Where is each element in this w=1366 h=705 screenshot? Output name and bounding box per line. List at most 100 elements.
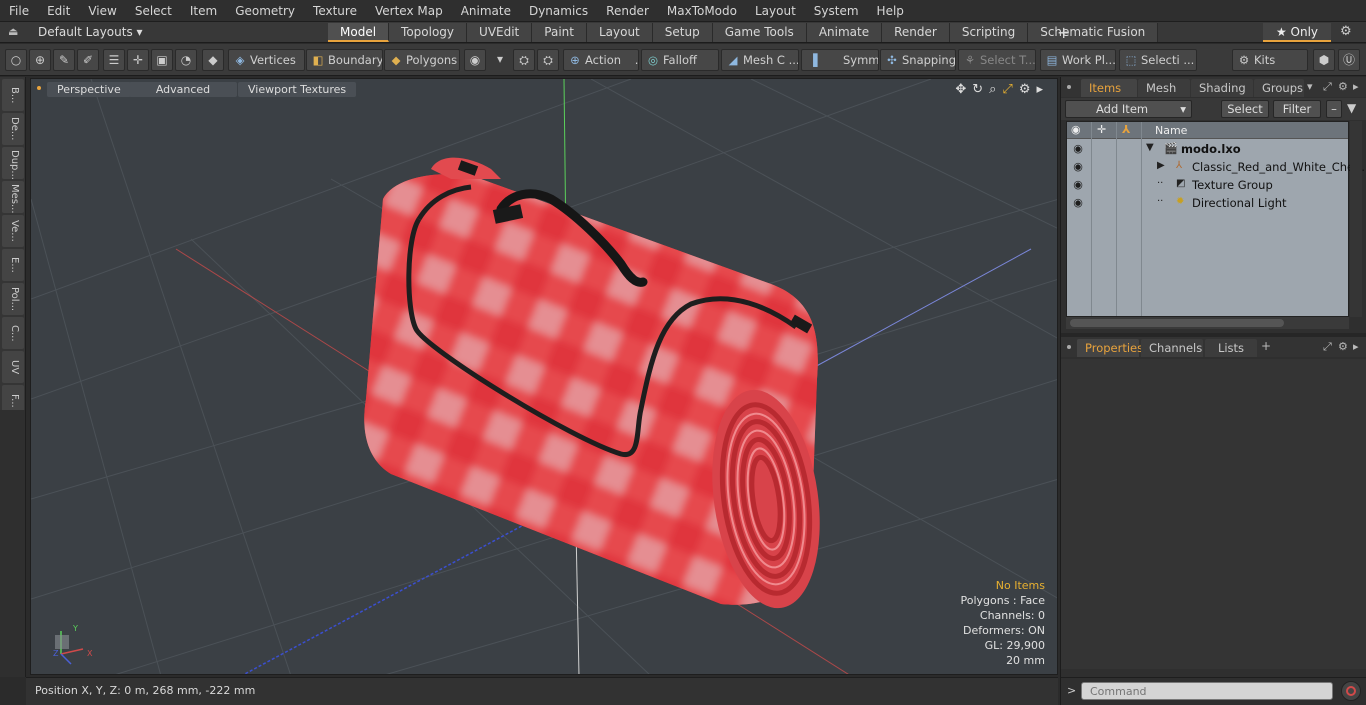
- left-tab-5[interactable]: E...: [2, 249, 24, 281]
- tab-paint[interactable]: Paint: [532, 23, 587, 42]
- rotate-icon[interactable]: ◔: [175, 49, 197, 71]
- tab-groups[interactable]: Groups: [1254, 79, 1304, 97]
- symmetry-y-icon[interactable]: ⛭: [537, 49, 559, 71]
- panel-menu-dot[interactable]: [1067, 345, 1071, 349]
- left-tab-1[interactable]: De...: [2, 113, 24, 145]
- move-icon[interactable]: ✥: [955, 82, 966, 97]
- maximize-icon[interactable]: ⤢: [1002, 82, 1012, 97]
- polygons-button[interactable]: ◆ Polygons: [384, 49, 460, 71]
- work-plane-button[interactable]: ▤ Work Pl...: [1040, 49, 1116, 71]
- item-mode-icon[interactable]: ◆: [202, 49, 224, 71]
- left-tab-0[interactable]: B...: [2, 79, 24, 111]
- tab-lists[interactable]: Lists: [1205, 339, 1257, 357]
- tab-channels[interactable]: Channels: [1141, 339, 1203, 357]
- action-button[interactable]: ⊕Action ...: [563, 49, 639, 71]
- scroll-thumb[interactable]: [1070, 319, 1284, 327]
- play-icon[interactable]: ▸: [1036, 82, 1043, 97]
- boundary-button[interactable]: ◧ Boundary: [306, 49, 383, 71]
- tab-scripting[interactable]: Scripting: [949, 23, 1029, 42]
- tab-game-tools[interactable]: Game Tools: [712, 23, 807, 42]
- layouts-dropdown[interactable]: Default Layouts ▾: [38, 22, 143, 43]
- item-list-hscroll[interactable]: [1066, 317, 1349, 329]
- perspective-tab[interactable]: Perspective: [47, 82, 131, 97]
- chevron-down-icon[interactable]: ▾: [1307, 80, 1313, 93]
- filter-funnel-icon[interactable]: ▼: [1347, 101, 1356, 115]
- menu-item-layout[interactable]: Layout: [746, 0, 805, 22]
- menu-item-view[interactable]: View: [79, 0, 125, 22]
- list-item[interactable]: ◉ ▼ 🎬 modo.lxo: [1067, 140, 1348, 158]
- menu-item-edit[interactable]: Edit: [38, 0, 79, 22]
- tab-setup[interactable]: Setup: [652, 23, 713, 42]
- unreal-icon[interactable]: Ⓤ: [1338, 49, 1360, 71]
- record-macro-icon[interactable]: [1341, 681, 1361, 701]
- eye-icon[interactable]: ◉: [1071, 196, 1085, 210]
- left-tab-8[interactable]: UV: [2, 351, 24, 383]
- kits-button[interactable]: ⚙ Kits: [1232, 49, 1308, 71]
- tab-shading[interactable]: Shading: [1191, 79, 1253, 97]
- filter-button[interactable]: Filter: [1273, 100, 1321, 118]
- material-icon[interactable]: ◉: [464, 49, 486, 71]
- menu-item-help[interactable]: Help: [868, 0, 913, 22]
- menu-item-item[interactable]: Item: [181, 0, 226, 22]
- pen-icon[interactable]: ✎: [53, 49, 75, 71]
- brush-icon[interactable]: ✐: [77, 49, 99, 71]
- add-item-button[interactable]: Add Item ▾: [1065, 100, 1192, 118]
- list-item[interactable]: ◉ ·· ✹ Directional Light: [1067, 194, 1348, 212]
- tab-properties[interactable]: Properties: [1077, 339, 1143, 357]
- select-button[interactable]: Select: [1221, 100, 1269, 118]
- viewport-gear-icon[interactable]: ⚙: [1019, 82, 1031, 97]
- tab-items[interactable]: Items: [1081, 79, 1137, 97]
- menu-item-select[interactable]: Select: [126, 0, 181, 22]
- left-tab-2[interactable]: Dup...: [2, 147, 24, 179]
- menu-item-maxtomodo[interactable]: MaxToModo: [658, 0, 746, 22]
- tab-render[interactable]: Render: [882, 23, 950, 42]
- expand-icon[interactable]: ⤢: [1323, 80, 1332, 94]
- gear-icon[interactable]: ⚙: [1340, 24, 1352, 39]
- menu-item-animate[interactable]: Animate: [452, 0, 520, 22]
- select-circle-icon[interactable]: ○: [5, 49, 27, 71]
- eye-icon[interactable]: ◉: [1071, 142, 1085, 156]
- menu-item-geometry[interactable]: Geometry: [226, 0, 304, 22]
- only-toggle[interactable]: ★ Only: [1263, 23, 1331, 42]
- mesh-constraint-button[interactable]: ◢ Mesh C ...: [721, 49, 799, 71]
- falloff-button[interactable]: ◎ Falloff: [641, 49, 719, 71]
- left-tab-7[interactable]: C...: [2, 317, 24, 349]
- eye-icon[interactable]: ◉: [1071, 160, 1085, 174]
- panel-menu-dot[interactable]: [1067, 85, 1071, 89]
- unity-icon[interactable]: ⬢: [1313, 49, 1335, 71]
- zoom-icon[interactable]: ⌕: [989, 82, 996, 97]
- menu-item-texture[interactable]: Texture: [304, 0, 366, 22]
- menu-item-system[interactable]: System: [805, 0, 868, 22]
- vertices-button[interactable]: ◈ Vertices: [228, 49, 305, 71]
- menu-item-dynamics[interactable]: Dynamics: [520, 0, 597, 22]
- left-tab-6[interactable]: Pol...: [2, 283, 24, 315]
- menu-item-file[interactable]: File: [0, 0, 38, 22]
- menu-item-render[interactable]: Render: [597, 0, 658, 22]
- chevron-down-icon[interactable]: ▾: [489, 49, 511, 71]
- tab-animate[interactable]: Animate: [806, 23, 883, 42]
- tab-layout[interactable]: Layout: [586, 23, 653, 42]
- eye-icon[interactable]: ◉: [1071, 178, 1085, 192]
- expand-arrow-icon[interactable]: ▼: [1146, 142, 1154, 153]
- tab-model[interactable]: Model: [328, 23, 390, 42]
- menu-item-vertex-map[interactable]: Vertex Map: [366, 0, 452, 22]
- picnic-blanket-model[interactable]: [331, 139, 851, 639]
- expand-arrow-icon[interactable]: ▶: [1157, 160, 1165, 171]
- advanced-tab[interactable]: Advanced: [129, 82, 237, 97]
- grid-icon[interactable]: ✛: [127, 49, 149, 71]
- list-item[interactable]: ◉ ▶ ⅄ Classic_Red_and_White_Che ...: [1067, 158, 1366, 176]
- tab-uvedit[interactable]: UVEdit: [467, 23, 533, 42]
- symmetry-button[interactable]: ▐Symm ...: [801, 49, 879, 71]
- command-input[interactable]: [1081, 682, 1333, 700]
- panel-gear-icon[interactable]: ⚙: [1338, 340, 1348, 353]
- selection-sets-button[interactable]: ⬚ Selecti ...: [1119, 49, 1197, 71]
- viewport-textures-tab[interactable]: Viewport Textures: [238, 82, 357, 97]
- align-icon[interactable]: ☰: [103, 49, 125, 71]
- tab-schematic-fusion[interactable]: Schematic Fusion: [1028, 23, 1159, 42]
- panel-arrow-icon[interactable]: ▸: [1353, 80, 1359, 93]
- select-through-button[interactable]: ⚘ Select T...: [958, 49, 1036, 71]
- add-tab-button[interactable]: +: [1261, 339, 1271, 353]
- left-tab-3[interactable]: Mes...: [2, 181, 24, 213]
- center-icon[interactable]: ▣: [151, 49, 173, 71]
- collapse-icon[interactable]: –: [1326, 100, 1342, 118]
